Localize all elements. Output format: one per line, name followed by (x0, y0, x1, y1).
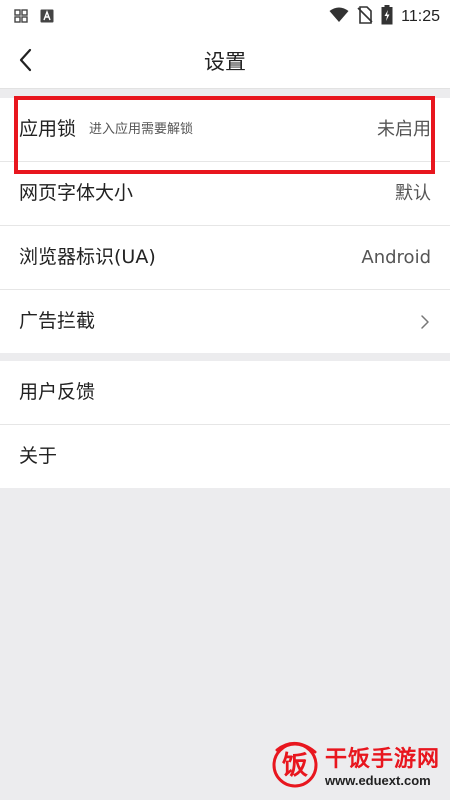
header: 设置 (0, 32, 450, 89)
row-feedback[interactable]: 用户反馈 (0, 361, 450, 425)
row-label: 应用锁 (19, 118, 77, 140)
row-label: 广告拦截 (19, 310, 96, 332)
battery-icon (381, 5, 393, 29)
page-title: 设置 (204, 50, 246, 74)
row-ad-block[interactable]: 广告拦截 (0, 290, 450, 353)
no-sim-icon (357, 6, 373, 28)
row-app-lock[interactable]: 应用锁 进入应用需要解锁 未启用 (0, 98, 450, 162)
watermark-name: 干饭手游网 (324, 746, 440, 772)
row-description: 进入应用需要解锁 (89, 122, 194, 137)
row-label: 用户反馈 (19, 381, 96, 403)
settings-group-main: 应用锁 进入应用需要解锁 未启用 网页字体大小 默认 浏览器标识(UA) And… (0, 98, 450, 353)
watermark-logo-text: 饭 (282, 751, 308, 781)
a-icon (40, 8, 54, 27)
row-value: 默认 (395, 183, 431, 204)
row-value: Android (361, 247, 431, 268)
settings-group-info: 用户反馈 关于 (0, 361, 450, 488)
row-user-agent[interactable]: 浏览器标识(UA) Android (0, 226, 450, 290)
chevron-right-icon (421, 315, 429, 329)
row-label: 关于 (19, 445, 58, 467)
wifi-icon (329, 7, 349, 27)
status-time: 11:25 (401, 8, 440, 25)
row-about[interactable]: 关于 (0, 425, 450, 488)
row-label: 网页字体大小 (19, 182, 134, 204)
grid-icon (14, 8, 28, 27)
row-font-size[interactable]: 网页字体大小 默认 (0, 162, 450, 226)
row-value: 未启用 (377, 119, 431, 140)
watermark-url: www.eduext.com (324, 772, 431, 788)
watermark-logo: 饭 (272, 742, 318, 788)
row-label: 浏览器标识(UA) (19, 246, 156, 268)
status-bar: 11:25 (0, 0, 450, 32)
watermark: 饭 干饭手游网 www.eduext.com (269, 738, 440, 790)
